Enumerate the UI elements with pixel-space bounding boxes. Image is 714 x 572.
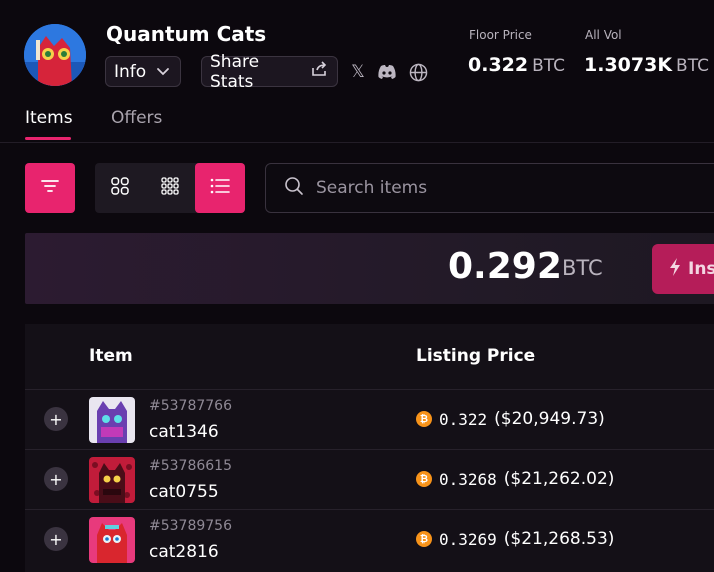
instant-buy-label: Ins xyxy=(688,259,714,279)
floor-price-unit: BTC xyxy=(532,56,566,76)
large-grid-view-button[interactable] xyxy=(95,163,145,213)
globe-icon[interactable] xyxy=(408,62,428,82)
all-vol-label: All Vol xyxy=(585,28,622,42)
banner-price-unit: BTC xyxy=(562,256,603,280)
column-header-item[interactable]: Item xyxy=(89,346,133,366)
price-usd: ($21,262.02) xyxy=(503,469,615,489)
info-dropdown[interactable]: Info xyxy=(105,56,181,87)
all-vol-number: 1.3073K xyxy=(584,54,673,76)
search-input[interactable] xyxy=(316,178,696,198)
tab-items[interactable]: Items xyxy=(25,108,73,128)
price-usd: ($20,949.73) xyxy=(494,409,605,429)
banner-price: 0.292 xyxy=(448,246,562,287)
plus-icon: + xyxy=(49,409,63,429)
price-usd: ($21,268.53) xyxy=(503,529,615,549)
filter-icon xyxy=(40,178,60,198)
item-name[interactable]: cat2816 xyxy=(149,542,219,562)
price-banner xyxy=(25,233,714,304)
x-twitter-icon[interactable]: 𝕏 xyxy=(348,62,368,82)
bitcoin-icon: ₿ xyxy=(416,471,432,487)
tabs-divider xyxy=(0,142,714,143)
price-btc: 0.3268 xyxy=(439,469,497,489)
share-icon xyxy=(311,61,329,82)
grid-large-icon xyxy=(110,176,130,200)
listing-price: ₿ 0.3269 ($21,268.53) xyxy=(416,529,614,549)
tab-offers[interactable]: Offers xyxy=(111,108,162,128)
item-name[interactable]: cat0755 xyxy=(149,482,219,502)
list-view-button[interactable] xyxy=(195,163,245,213)
floor-price-label: Floor Price xyxy=(469,28,532,42)
price-btc: 0.322 xyxy=(439,409,488,429)
share-stats-label: Share Stats xyxy=(210,51,260,92)
bitcoin-icon: ₿ xyxy=(416,411,432,427)
collection-title: Quantum Cats xyxy=(106,22,267,46)
filter-button[interactable] xyxy=(25,163,75,213)
plus-icon: + xyxy=(49,529,63,549)
active-tab-indicator xyxy=(25,137,71,140)
view-mode-group xyxy=(95,163,245,213)
price-btc: 0.3269 xyxy=(439,529,497,549)
lightning-icon xyxy=(668,257,682,282)
all-vol-value: 1.3073K BTC xyxy=(584,54,709,76)
list-icon xyxy=(209,177,231,199)
add-to-cart-button[interactable]: + xyxy=(44,407,68,431)
inscription-number: #53786615 xyxy=(149,458,232,474)
plus-icon: + xyxy=(49,469,63,489)
listing-price: ₿ 0.322 ($20,949.73) xyxy=(416,409,605,429)
item-name[interactable]: cat1346 xyxy=(149,422,219,442)
share-stats-button[interactable]: Share Stats xyxy=(201,52,338,92)
listing-price: ₿ 0.3268 ($21,262.02) xyxy=(416,469,614,489)
inscription-number: #53789756 xyxy=(149,518,232,534)
bitcoin-icon: ₿ xyxy=(416,531,432,547)
small-grid-view-button[interactable] xyxy=(145,163,195,213)
all-vol-unit: BTC xyxy=(676,56,709,76)
search-icon xyxy=(284,176,304,200)
collection-avatar xyxy=(24,24,86,86)
inscription-number: #53787766 xyxy=(149,398,232,414)
instant-buy-button[interactable]: Ins xyxy=(652,244,714,294)
search-box xyxy=(265,163,714,213)
item-thumbnail[interactable] xyxy=(89,397,135,443)
add-to-cart-button[interactable]: + xyxy=(44,467,68,491)
floor-price-number: 0.322 xyxy=(468,54,529,76)
chevron-down-icon xyxy=(156,62,170,82)
column-header-listing-price[interactable]: Listing Price xyxy=(416,346,535,366)
info-label: Info xyxy=(114,61,147,82)
item-thumbnail[interactable] xyxy=(89,517,135,563)
grid-small-icon xyxy=(160,176,180,200)
floor-price-value: 0.322 BTC xyxy=(468,54,565,76)
add-to-cart-button[interactable]: + xyxy=(44,527,68,551)
item-thumbnail[interactable] xyxy=(89,457,135,503)
discord-icon[interactable] xyxy=(377,62,397,82)
